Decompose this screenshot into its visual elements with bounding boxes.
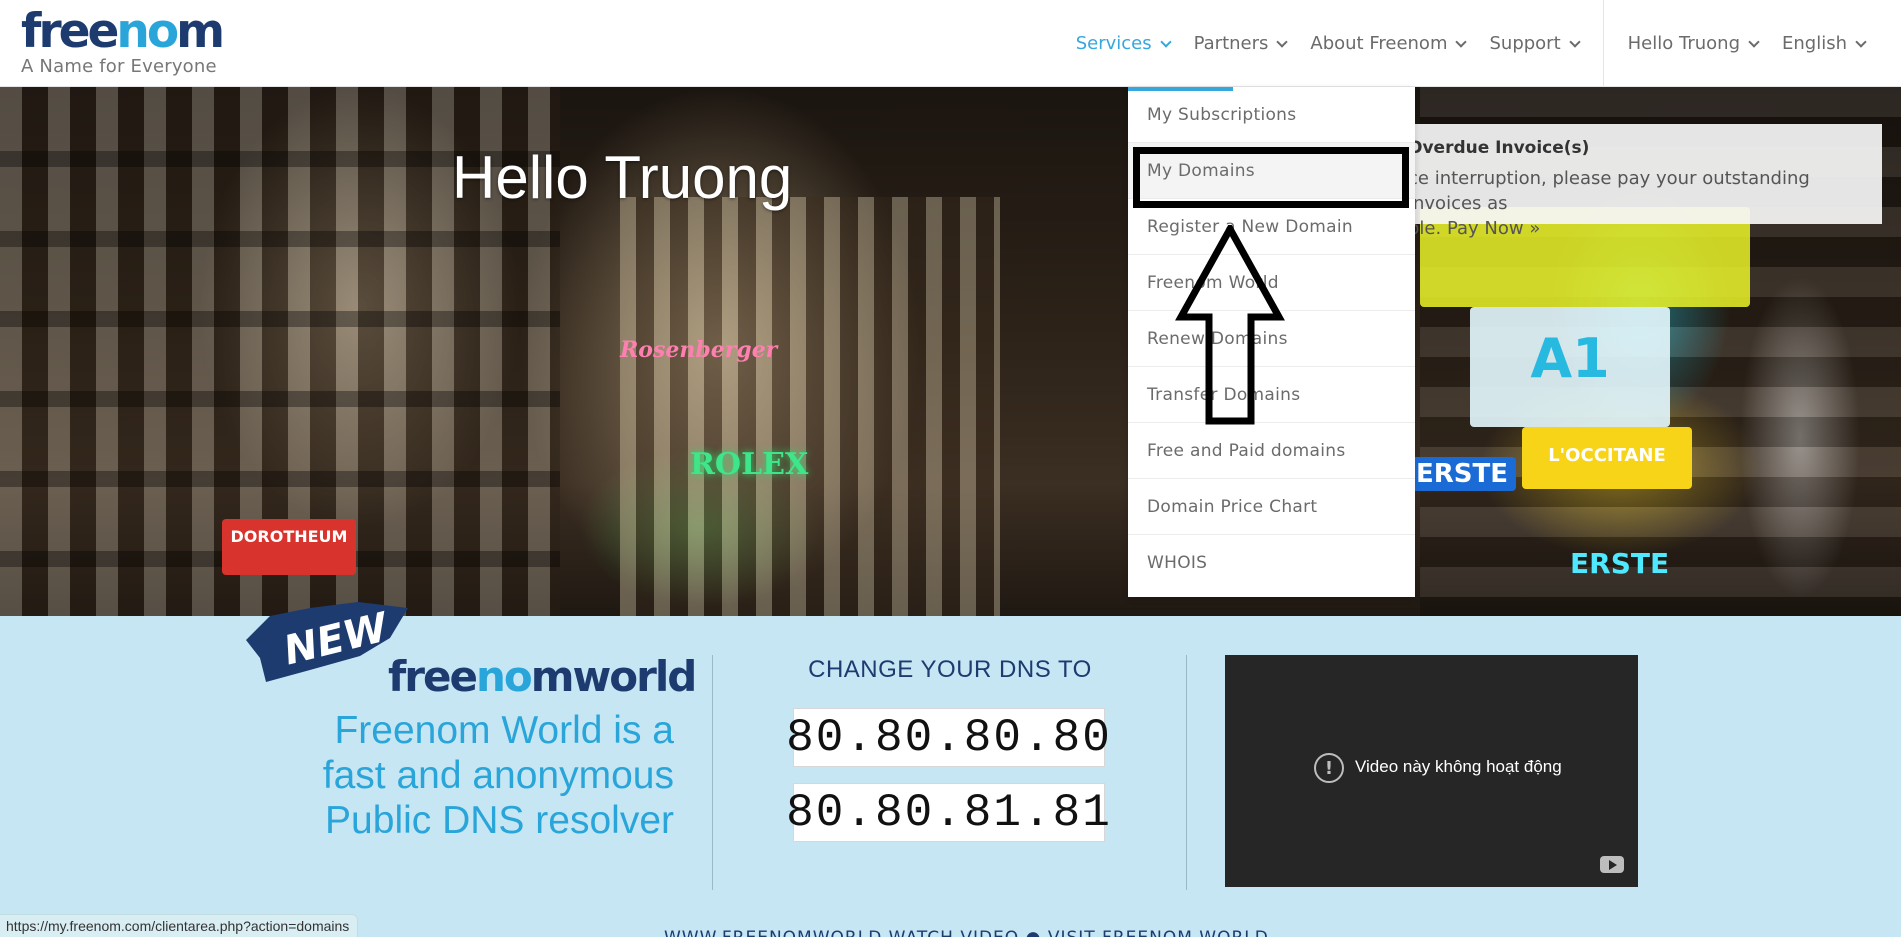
new-badge-icon: NEW [246,602,408,682]
nav-about[interactable]: About Freenom [1298,0,1477,87]
nav-about-label: About Freenom [1310,33,1448,54]
overdue-message: ce interruption, please pay your outstan… [1408,166,1874,241]
site-header: freenom A Name for Everyone Services Par… [0,0,1901,87]
hero-photo-building [620,197,1000,616]
nav-language[interactable]: English [1770,0,1877,87]
chevron-down-icon [1855,35,1867,48]
video-unavailable-message: Video này không hoạt động [1355,757,1562,776]
nav-support[interactable]: Support [1477,0,1590,87]
nav-divider [1602,0,1604,87]
menu-item-my-subscriptions[interactable]: My Subscriptions [1128,87,1415,143]
main-nav: Services Partners About Freenom Support … [1064,0,1877,87]
hero-photo-sign-erste: ERSTE [1570,547,1670,580]
hero-photo-sign-a1: A1 [1470,307,1670,427]
chevron-down-icon [1748,35,1760,48]
dns-primary-value: 80.80.80.80 [786,708,1110,767]
chevron-down-icon [1159,35,1172,48]
hero-photo-sign-loccitane: L'OCCITANE [1522,427,1692,489]
freenom-world-tagline: Freenom World is a fast and anonymous Pu… [322,709,674,842]
nav-services[interactable]: Services [1064,0,1182,87]
menu-item-domain-price-chart[interactable]: Domain Price Chart [1128,479,1415,535]
annotation-up-arrow-icon [1175,225,1285,425]
freenom-logo[interactable]: freenom A Name for Everyone [21,4,225,77]
overdue-title: Overdue Invoice(s) [1408,138,1590,158]
section-divider [712,655,713,890]
annotation-highlight-box [1133,147,1409,208]
nav-services-label: Services [1075,33,1152,54]
hero-photo-sign-rolex: ROLEX [690,447,809,482]
youtube-icon[interactable] [1600,856,1624,873]
overdue-line1: ce interruption, please pay your outstan… [1408,168,1810,214]
dropdown-accent-bar [1128,87,1233,91]
chevron-down-icon [1455,35,1468,48]
pay-now-link[interactable]: Pay Now » [1447,218,1540,239]
hero-photo-sign-erste: ERSTE [1408,457,1517,491]
logo-wordmark: freenom [21,4,225,59]
alert-circle-icon: ! [1314,753,1344,783]
dns-secondary-value: 80.80.81.81 [786,783,1110,842]
menu-item-whois[interactable]: WHOIS [1128,535,1415,591]
menu-item-free-and-paid-domains[interactable]: Free and Paid domains [1128,423,1415,479]
freenom-world-logo[interactable]: freenomworld [388,652,697,701]
video-player[interactable]: ! Video này không hoạt động [1225,655,1638,887]
hero-greeting: Hello Truong [452,144,793,211]
logo-tagline: A Name for Everyone [21,56,217,77]
chevron-down-icon [1276,35,1289,48]
nav-partners[interactable]: Partners [1182,0,1299,87]
dns-heading: CHANGE YOUR DNS TO [808,656,1092,683]
freenom-world-links[interactable]: WWW.FREENOMWORLD WATCH VIDEO ● VISIT FRE… [664,928,1269,937]
nav-partners-label: Partners [1193,33,1269,54]
user-menu-label: Hello Truong [1627,33,1740,54]
nav-user-menu[interactable]: Hello Truong [1616,0,1770,87]
language-label: English [1782,33,1847,54]
overdue-invoice-notice: Overdue Invoice(s) ce interruption, plea… [1404,124,1882,239]
chevron-down-icon [1568,35,1581,48]
browser-status-bar: https://my.freenom.com/clientarea.php?ac… [0,914,359,937]
nav-support-label: Support [1489,33,1561,54]
section-divider [1186,655,1187,890]
hero-photo-sign-rosenberger: Rosenberger [620,337,778,363]
hero-photo-sign-dorotheum: DOROTHEUM [222,519,356,575]
